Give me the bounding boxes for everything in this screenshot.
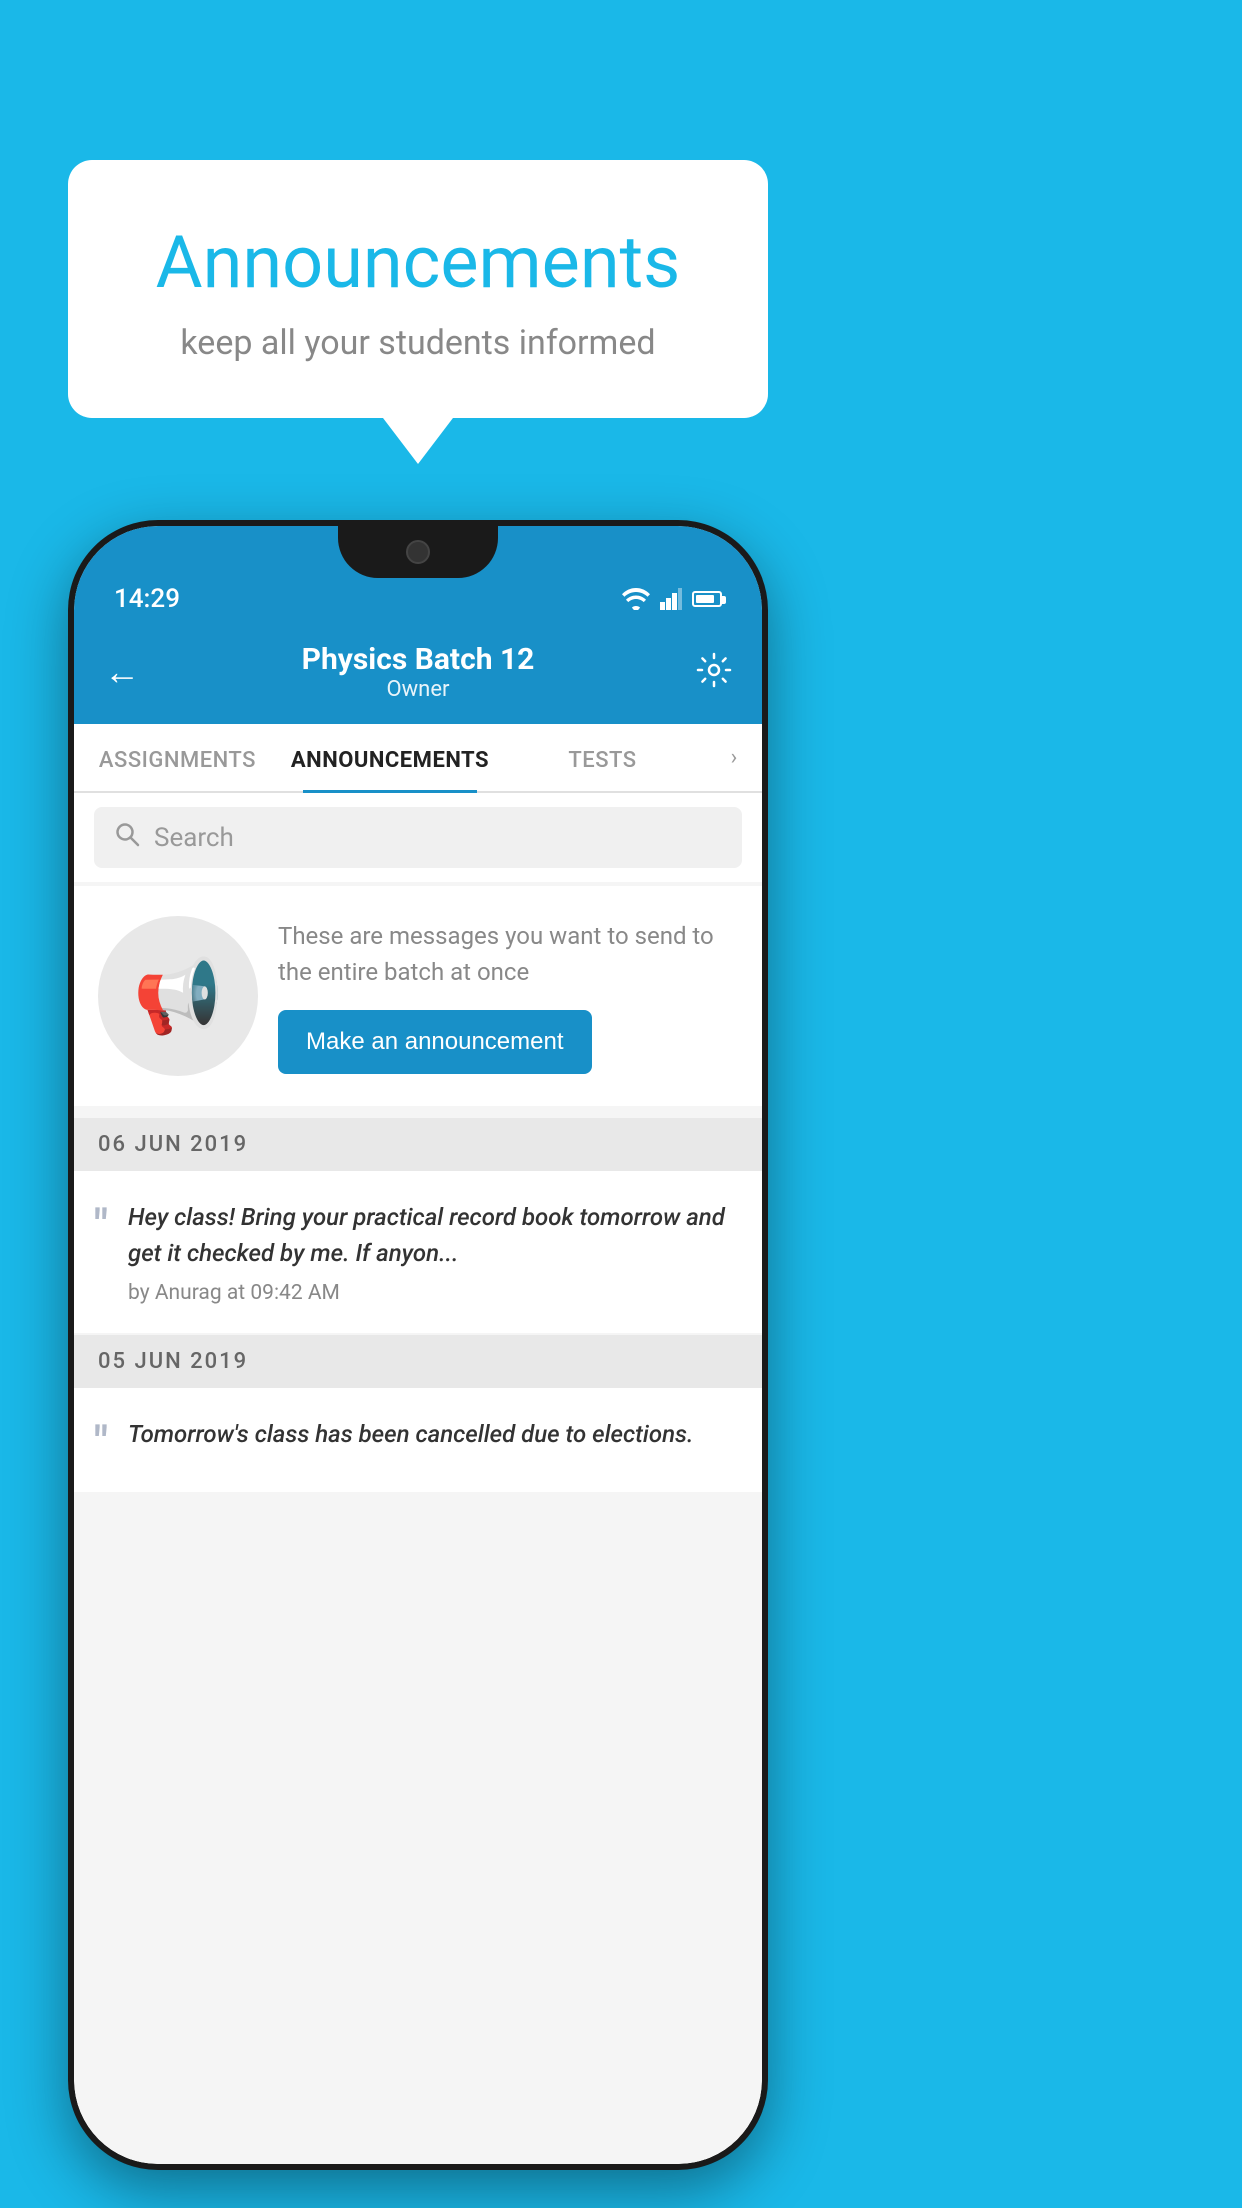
phone-screen: 14:29	[74, 526, 762, 2164]
speech-bubble-subtitle: keep all your students informed	[118, 323, 718, 363]
tab-assignments[interactable]: ASSIGNMENTS	[74, 724, 281, 791]
gear-icon	[696, 652, 732, 688]
announcement-text-1: Hey class! Bring your practical record b…	[128, 1199, 738, 1271]
battery-icon	[692, 591, 722, 607]
tabs-container: ASSIGNMENTS ANNOUNCEMENTS TESTS ›	[74, 724, 762, 793]
speech-bubble: Announcements keep all your students inf…	[68, 160, 768, 418]
header-title-section: Physics Batch 12 Owner	[302, 642, 535, 702]
quote-icon-2: "	[94, 1420, 108, 1464]
back-button[interactable]: ←	[104, 651, 140, 693]
search-placeholder-text: Search	[154, 823, 234, 853]
phone-inner: 14:29	[74, 526, 762, 2164]
speech-bubble-title: Announcements	[118, 220, 718, 305]
tab-more[interactable]: ›	[706, 724, 762, 791]
announcement-content-1: Hey class! Bring your practical record b…	[128, 1199, 738, 1305]
tab-tests[interactable]: TESTS	[499, 724, 706, 791]
announcement-item-2[interactable]: " Tomorrow's class has been cancelled du…	[74, 1388, 762, 1492]
megaphone-icon: 📢	[133, 954, 223, 1039]
announcement-meta-1: by Anurag at 09:42 AM	[128, 1281, 738, 1305]
batch-title: Physics Batch 12	[302, 642, 535, 677]
status-time: 14:29	[114, 584, 180, 614]
search-icon	[114, 821, 140, 854]
phone-container: 14:29	[68, 520, 768, 2170]
promo-description: These are messages you want to send to t…	[278, 918, 738, 990]
search-container: Search	[74, 793, 762, 882]
date-separator-2: 05 JUN 2019	[74, 1335, 762, 1388]
settings-button[interactable]	[696, 652, 732, 692]
promo-card: 📢 These are messages you want to send to…	[74, 886, 762, 1106]
content-area: Search 📢 These are messages you want to …	[74, 793, 762, 2164]
batch-role: Owner	[302, 677, 535, 702]
tab-announcements[interactable]: ANNOUNCEMENTS	[281, 724, 499, 791]
announcement-content-2: Tomorrow's class has been cancelled due …	[128, 1416, 693, 1464]
date-separator-1: 06 JUN 2019	[74, 1118, 762, 1171]
front-camera	[406, 540, 430, 564]
phone-frame: 14:29	[68, 520, 768, 2170]
status-icons	[622, 588, 722, 610]
search-bar[interactable]: Search	[94, 807, 742, 868]
signal-icon	[660, 588, 682, 610]
quote-icon-1: "	[94, 1203, 108, 1305]
app-header: ← Physics Batch 12 Owner	[74, 624, 762, 724]
announcement-item-1[interactable]: " Hey class! Bring your practical record…	[74, 1171, 762, 1333]
promo-icon-circle: 📢	[98, 916, 258, 1076]
speech-bubble-container: Announcements keep all your students inf…	[68, 160, 768, 418]
make-announcement-button[interactable]: Make an announcement	[278, 1010, 592, 1074]
phone-notch	[338, 526, 498, 578]
promo-right: These are messages you want to send to t…	[278, 918, 738, 1074]
announcement-text-2: Tomorrow's class has been cancelled due …	[128, 1416, 693, 1452]
wifi-icon	[622, 588, 650, 610]
